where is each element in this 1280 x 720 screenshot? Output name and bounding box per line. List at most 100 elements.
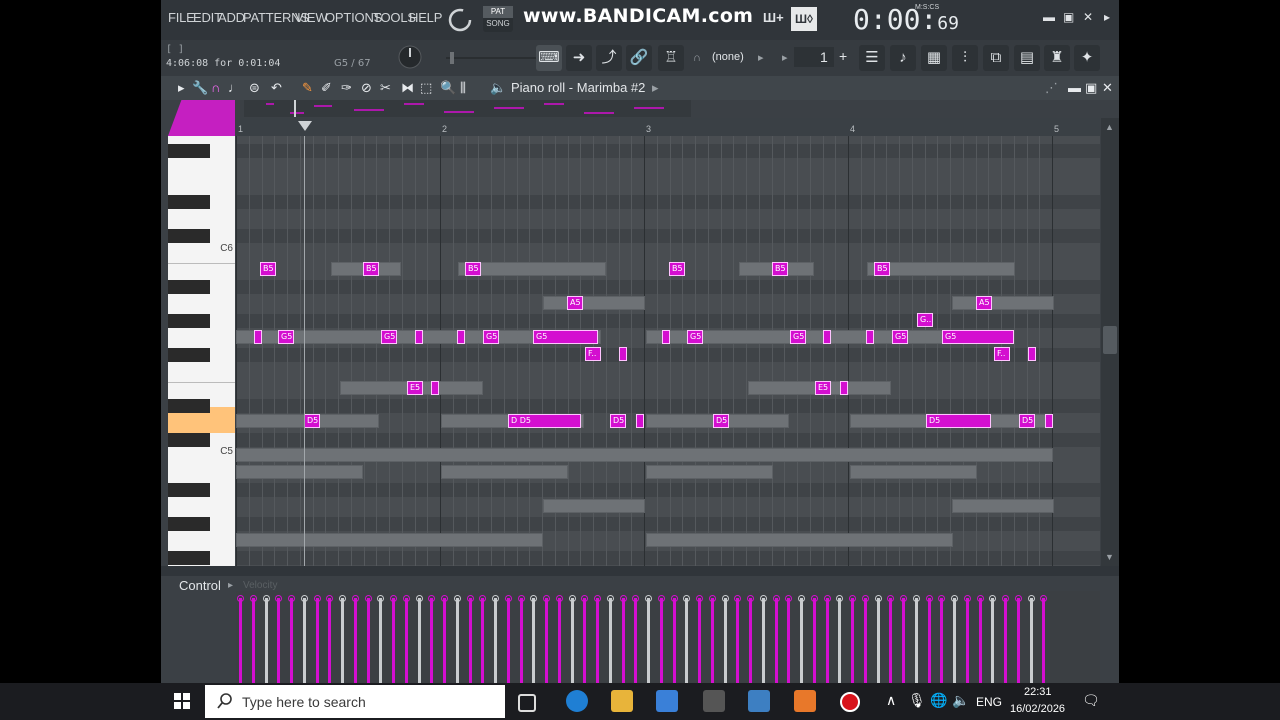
- note[interactable]: B5: [874, 262, 890, 276]
- velocity-bar[interactable]: [838, 598, 842, 683]
- velocity-bar[interactable]: [914, 598, 918, 683]
- note[interactable]: B5: [465, 262, 481, 276]
- microphone-icon[interactable]: 🎙: [908, 692, 926, 709]
- velocity-bar[interactable]: [1029, 598, 1033, 683]
- note[interactable]: E5: [815, 381, 831, 395]
- tray-time[interactable]: 22:31: [1024, 686, 1052, 698]
- velocity-handle[interactable]: [402, 595, 410, 602]
- velocity-handle[interactable]: [951, 595, 958, 602]
- scroll-down-icon[interactable]: ▼: [1105, 552, 1114, 562]
- paint-icon[interactable]: ✐: [321, 80, 332, 96]
- black-key[interactable]: [168, 517, 210, 531]
- menu-view[interactable]: VIEW: [295, 10, 328, 25]
- black-key[interactable]: [168, 433, 210, 447]
- browser-button[interactable]: ⧉: [983, 45, 1009, 71]
- note[interactable]: D5: [713, 414, 729, 428]
- resize-icon[interactable]: ⋰: [1045, 80, 1058, 96]
- velocity-bar[interactable]: [953, 598, 956, 683]
- note[interactable]: [457, 330, 465, 344]
- velocity-handle[interactable]: [313, 595, 321, 602]
- blend-notes-button[interactable]: ⤴: [596, 45, 622, 71]
- channel-rack-button[interactable]: ▦: [921, 45, 947, 71]
- playlist-button[interactable]: ☰: [859, 45, 885, 71]
- master-pitch-slider[interactable]: [446, 50, 536, 66]
- velocity-handle[interactable]: [823, 595, 831, 602]
- black-key[interactable]: [168, 348, 210, 362]
- velocity-bar[interactable]: [519, 598, 523, 683]
- velocity-bar[interactable]: [302, 598, 306, 683]
- note[interactable]: [1028, 347, 1036, 361]
- note[interactable]: D5: [926, 414, 991, 428]
- pattern-selector[interactable]: [794, 47, 834, 67]
- velocity-bar[interactable]: [787, 598, 791, 683]
- velocity-handle[interactable]: [874, 595, 882, 602]
- velocity-handle[interactable]: [339, 595, 346, 602]
- velocity-handle[interactable]: [415, 595, 423, 602]
- velocity-bar[interactable]: [659, 598, 663, 683]
- velocity-bar[interactable]: [672, 598, 676, 683]
- velocity-handle[interactable]: [492, 595, 499, 602]
- control-divider[interactable]: [161, 566, 1119, 576]
- control-label[interactable]: Control: [179, 578, 221, 593]
- tray-date[interactable]: 16/02/2026: [1010, 703, 1065, 715]
- velocity-bar[interactable]: [1016, 598, 1020, 683]
- velocity-handle[interactable]: [453, 595, 461, 602]
- velocity-bar[interactable]: [251, 598, 255, 683]
- velocity-bar[interactable]: [239, 598, 242, 683]
- task-view-icon[interactable]: [518, 694, 536, 712]
- velocity-bar[interactable]: [889, 598, 893, 683]
- note[interactable]: G5: [533, 330, 598, 344]
- delete-icon[interactable]: ⊘: [361, 80, 372, 96]
- velocity-handle[interactable]: [721, 595, 729, 602]
- menu-add[interactable]: ADD: [218, 10, 245, 25]
- note[interactable]: [1045, 414, 1053, 428]
- playback-icon[interactable]: ⫼: [460, 80, 466, 96]
- velocity-handle[interactable]: [670, 595, 678, 602]
- velocity-bar[interactable]: [761, 598, 765, 683]
- project-button[interactable]: ▤: [1014, 45, 1040, 71]
- fl-studio-taskbar-icon[interactable]: [794, 690, 816, 712]
- velocity-handle[interactable]: [390, 595, 397, 602]
- black-key[interactable]: [168, 195, 210, 209]
- velocity-bar[interactable]: [417, 598, 421, 683]
- velocity-bar[interactable]: [749, 598, 752, 683]
- velocity-bar[interactable]: [927, 598, 931, 683]
- bandicam-record-icon[interactable]: [840, 692, 860, 712]
- velocity-handle[interactable]: [1014, 595, 1022, 602]
- piano-keyboard[interactable]: C6 C5: [168, 136, 235, 566]
- language-indicator[interactable]: ENG: [976, 695, 1002, 709]
- velocity-handle[interactable]: [912, 595, 920, 602]
- typing-keyboard-icon[interactable]: Ш+: [763, 10, 784, 25]
- velocity-bar[interactable]: [328, 598, 332, 683]
- velocity-bar[interactable]: [991, 598, 995, 683]
- velocity-handle[interactable]: [976, 595, 984, 602]
- pat-song-toggle[interactable]: PAT SONG: [483, 6, 513, 32]
- note[interactable]: G5: [790, 330, 806, 344]
- note[interactable]: G5: [483, 330, 499, 344]
- pr-close-icon[interactable]: ✕: [1102, 80, 1113, 96]
- velocity-handle[interactable]: [1027, 595, 1035, 602]
- velocity-bar[interactable]: [532, 598, 536, 683]
- velocity-handle[interactable]: [543, 595, 550, 602]
- maximize-icon[interactable]: ▣: [1063, 10, 1074, 24]
- velocity-bar[interactable]: [825, 598, 829, 683]
- velocity-bar[interactable]: [315, 598, 319, 683]
- velocity-bar[interactable]: [978, 598, 982, 683]
- velocity-bar[interactable]: [443, 598, 446, 683]
- velocity-bar[interactable]: [557, 598, 561, 683]
- velocity-bar[interactable]: [940, 598, 944, 683]
- file-explorer-icon[interactable]: [611, 690, 633, 712]
- note[interactable]: B5: [260, 262, 276, 276]
- network-icon[interactable]: 🌐: [930, 692, 947, 709]
- black-key[interactable]: [168, 314, 210, 328]
- velocity-bar[interactable]: [1004, 598, 1007, 683]
- velocity-handle[interactable]: [466, 595, 474, 602]
- note-icon[interactable]: ♩: [228, 80, 241, 95]
- note[interactable]: A5: [976, 296, 992, 310]
- note[interactable]: F..: [994, 347, 1010, 361]
- velocity-handle[interactable]: [619, 595, 627, 602]
- velocity-bar[interactable]: [698, 598, 701, 683]
- volume-icon[interactable]: 🔈: [952, 692, 969, 709]
- velocity-handle[interactable]: [555, 595, 563, 602]
- velocity-bar[interactable]: [876, 598, 880, 683]
